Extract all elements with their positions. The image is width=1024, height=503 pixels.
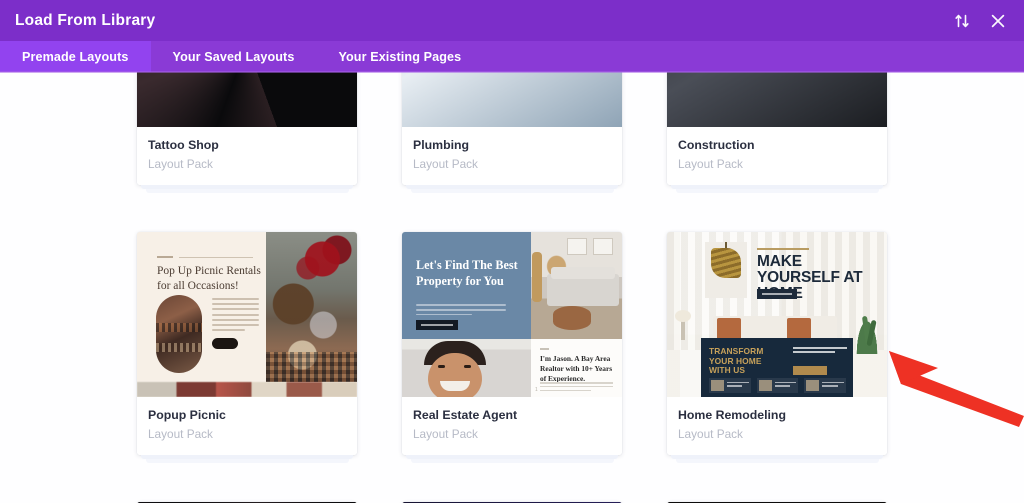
layout-thumbnail <box>667 72 887 127</box>
layout-card-subtitle: Layout Pack <box>678 157 743 172</box>
layout-card-real-estate-agent[interactable]: Let's Find The Best Property for You I'm… <box>402 232 622 464</box>
thumb-plant <box>855 316 879 355</box>
thumb-cta-button <box>757 289 797 300</box>
thumb-heading: Pop Up Picnic Rentals for all Occasions! <box>157 265 261 292</box>
card-stack-effect <box>402 455 622 464</box>
layout-card-title: Plumbing <box>413 138 470 152</box>
tab-bar-underline <box>0 71 1024 73</box>
card-stack-effect <box>402 185 622 194</box>
tab-premade-layouts[interactable]: Premade Layouts <box>0 41 151 72</box>
thumb-lamp <box>532 252 542 303</box>
layout-card-subtitle: Layout Pack <box>148 157 213 172</box>
thumb-panel-heading: TRANSFORM YOUR HOME WITH US <box>709 346 764 375</box>
thumb-vase <box>673 308 695 342</box>
tab-your-existing-pages[interactable]: Your Existing Pages <box>316 41 483 72</box>
thumb-bottom-strip <box>137 382 357 398</box>
thumb-quote-heading: I'm Jason. A Bay Area Realtor with 10+ Y… <box>540 354 613 383</box>
thumb-kicker <box>157 256 173 259</box>
thumb-art <box>402 72 622 127</box>
layout-thumbnail: Let's Find The Best Property for You I'm… <box>402 232 622 398</box>
thumb-heading: Let's Find The Best Property for You <box>416 258 518 288</box>
card-stack-effect <box>667 455 887 464</box>
tab-bar: Premade Layouts Your Saved Layouts Your … <box>0 41 1024 72</box>
layout-thumbnail <box>137 72 357 127</box>
tab-label: Your Saved Layouts <box>172 49 295 64</box>
thumb-cta-button <box>212 338 238 350</box>
layout-card-tattoo-shop[interactable]: Tattoo Shop Layout Pack <box>137 72 357 194</box>
layout-card-title: Home Remodeling <box>678 408 786 423</box>
layout-thumbnail <box>402 72 622 127</box>
sort-icon[interactable] <box>953 12 971 30</box>
thumb-cta-button <box>416 320 458 331</box>
layout-card-title: Construction <box>678 138 755 152</box>
card-stack-effect <box>137 455 357 464</box>
thumb-art <box>667 72 887 127</box>
layout-card-subtitle: Layout Pack <box>678 427 743 442</box>
load-from-library-modal: Load From Library Premade Layouts Your S… <box>0 0 1024 503</box>
layout-card-subtitle: Layout Pack <box>413 427 478 442</box>
thumb-feature-cards <box>709 378 847 394</box>
layout-card-title: Popup Picnic <box>148 408 226 423</box>
layout-card-title: Tattoo Shop <box>148 138 219 152</box>
tab-label: Your Existing Pages <box>338 49 462 64</box>
tab-label: Premade Layouts <box>22 49 129 64</box>
close-icon[interactable] <box>989 12 1007 30</box>
header-actions <box>953 12 1007 30</box>
thumb-page-number: 1 <box>535 387 538 394</box>
thumb-art <box>137 72 357 127</box>
thumb-rule <box>179 257 253 259</box>
layout-card-home-remodeling[interactable]: MAKE YOURSELF AT HOME TRANSFORM YOUR HOM… <box>667 232 887 464</box>
thumb-quote-block: I'm Jason. A Bay Area Realtor with 10+ Y… <box>531 339 622 398</box>
layout-grid[interactable]: Tattoo Shop Layout Pack Plumbing Layout … <box>0 72 1024 503</box>
tab-your-saved-layouts[interactable]: Your Saved Layouts <box>151 41 317 72</box>
thumb-oval-photo <box>156 295 202 374</box>
card-stack-effect <box>667 185 887 194</box>
layout-card-construction[interactable]: Construction Layout Pack <box>667 72 887 194</box>
layout-thumbnail: Pop Up Picnic Rentals for all Occasions! <box>137 232 357 398</box>
card-stack-effect <box>137 185 357 194</box>
thumb-plaid-blanket <box>266 352 357 383</box>
thumb-kicker <box>757 248 809 251</box>
layout-card-title: Real Estate Agent <box>413 408 518 423</box>
layout-card-popup-picnic[interactable]: Pop Up Picnic Rentals for all Occasions!… <box>137 232 357 464</box>
thumb-body-lines <box>416 304 506 318</box>
thumb-photo-living-room <box>531 232 622 340</box>
thumb-panel: TRANSFORM YOUR HOME WITH US <box>701 338 853 398</box>
layout-card-subtitle: Layout Pack <box>413 157 478 172</box>
modal-header: Load From Library <box>0 0 1024 41</box>
layout-card-subtitle: Layout Pack <box>148 427 213 442</box>
thumb-photo-agent <box>402 339 531 398</box>
page-title: Load From Library <box>15 11 156 29</box>
thumb-body-lines <box>212 298 259 334</box>
layout-card-plumbing[interactable]: Plumbing Layout Pack <box>402 72 622 194</box>
thumb-pendant-lamp-photo <box>705 242 747 299</box>
layout-thumbnail: MAKE YOURSELF AT HOME TRANSFORM YOUR HOM… <box>667 232 887 398</box>
